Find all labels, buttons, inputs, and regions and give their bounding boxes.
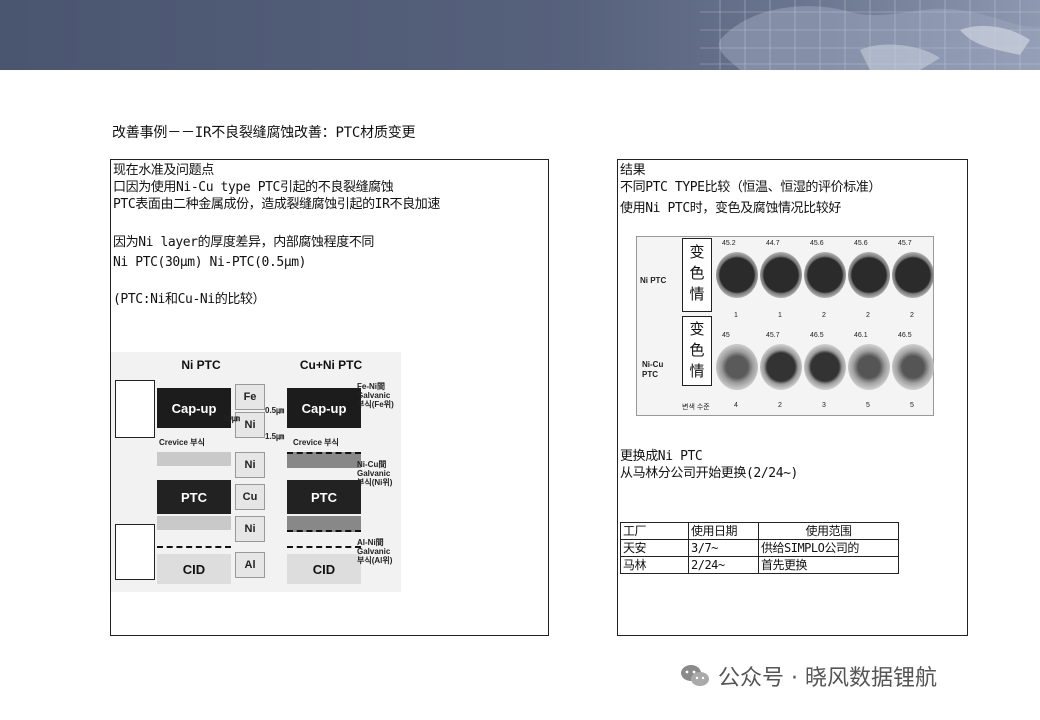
cap-up-left: Cap-up <box>157 388 231 428</box>
status-line-3: 因为Ni layer的厚度差异，内部腐蚀程度不同 <box>113 235 375 250</box>
status-line-4: Ni PTC(30μm) Ni-PTC(0.5μm) <box>113 255 307 270</box>
status-line-1: 口因为使用Ni-Cu type PTC引起的不良裂缝腐蚀 <box>113 180 394 195</box>
replace-line-1: 更换成Ni PTC <box>620 449 703 464</box>
ni-layer-right-cid <box>287 546 361 550</box>
row2-grade-5: 5 <box>910 402 914 409</box>
result-panel: 结果 不同PTC TYPE比较（恒温、恒湿的评价标准） 使用Ni PTC时，变色… <box>617 159 968 636</box>
grade-label: 변색 수준 <box>682 404 710 411</box>
row2-grade-2: 2 <box>778 402 782 409</box>
ni-layer-left-cid <box>157 546 231 550</box>
ni-ptc-sample-4 <box>848 252 890 298</box>
watermark-text: 公众号 · 晓风数据锂航 <box>718 666 937 691</box>
result-heading: 结果 <box>620 163 646 178</box>
row1-value-2: 44.7 <box>766 240 780 247</box>
table-header: 使用日期 <box>688 522 759 540</box>
row2-value-3: 46.5 <box>810 332 824 339</box>
current-status-panel: 现在水准及问题点 口因为使用Ni-Cu type PTC引起的不良裂缝腐蚀 PT… <box>110 159 549 636</box>
replace-line-2: 从马林分公司开始更换(2/24~) <box>620 466 798 481</box>
status-heading: 现在水准及问题点 <box>113 163 214 178</box>
table-cell: 马林 <box>620 556 689 574</box>
status-line-2: PTC表面由二种金属成份，造成裂缝腐蚀引起的IR不良加速 <box>113 197 440 212</box>
row1-grade-4: 2 <box>866 312 870 319</box>
diagram-header-cuni-ptc: Cu+Ni PTC <box>299 358 363 372</box>
cu-ni-layer-right-bottom <box>287 516 361 532</box>
table-row: 天安 3/7~ 供给SIMPLO公司的 <box>620 539 899 557</box>
table-cell: 天安 <box>620 539 689 557</box>
cid-left: CID <box>157 554 231 584</box>
nicu-ptc-sample-4 <box>848 344 890 390</box>
row2-grade-3: 3 <box>822 402 826 409</box>
blank-overlay-top <box>115 380 155 438</box>
table-cell: 3/7~ <box>688 539 759 557</box>
row2-value-4: 46.1 <box>854 332 868 339</box>
result-line-2: 使用Ni PTC时，变色及腐蚀情况比较好 <box>620 201 841 216</box>
cu-ni-layer-right-top <box>287 452 361 468</box>
result-line-1: 不同PTC TYPE比较（恒温、恒湿的评价标准） <box>620 180 882 195</box>
row2-grade-1: 4 <box>734 402 738 409</box>
crevice-label-left: Crevice 부식 <box>159 438 205 447</box>
element-cu: Cu <box>235 484 265 510</box>
table-cell: 首先更换 <box>758 556 899 574</box>
table-header: 使用范围 <box>758 522 899 540</box>
row2-value-2: 45.7 <box>766 332 780 339</box>
element-al: Al <box>235 552 265 578</box>
ptc-right: PTC <box>287 480 361 514</box>
ptc-left: PTC <box>157 480 231 514</box>
ni-ptc-sample-3 <box>804 252 846 298</box>
table-header: 工厂 <box>620 522 689 540</box>
dim-05um: 0.5㎛ <box>265 406 285 415</box>
row1-value-5: 45.7 <box>898 240 912 247</box>
label-ni-cu-galvanic: Ni-Cu間 Galvanic 부식(Ni위) <box>357 460 393 487</box>
ptc-comparison-photo: Ni PTC Ni-Cu PTC 45.2 44.7 45.6 45.6 45.7… <box>636 236 934 416</box>
nicu-ptc-sample-2 <box>760 344 802 390</box>
table-row: 马林 2/24~ 首先更换 <box>620 556 899 574</box>
ni-ptc-sample-1 <box>716 252 758 298</box>
usage-table: 工厂 使用日期 使用范围 天安 3/7~ 供给SIMPLO公司的 马林 2/24… <box>620 522 899 574</box>
row1-grade-1: 1 <box>734 312 738 319</box>
ptc-structure-diagram: Ni PTC Cu+Ni PTC Cap-up Cap-up Fe Ni 30㎛… <box>111 352 401 592</box>
element-fe: Fe <box>235 384 265 410</box>
row2-value-5: 46.5 <box>898 332 912 339</box>
table-cell: 2/24~ <box>688 556 759 574</box>
row1-grade-2: 1 <box>778 312 782 319</box>
status-line-5: (PTC:Ni和Cu-Ni的比较） <box>113 292 266 307</box>
row2-grade-4: 5 <box>866 402 870 409</box>
row1-value-1: 45.2 <box>722 240 736 247</box>
row1-value-4: 45.6 <box>854 240 868 247</box>
nicu-ptc-sample-3 <box>804 344 846 390</box>
cap-up-right: Cap-up <box>287 388 361 428</box>
row1-grade-3: 2 <box>822 312 826 319</box>
row1-grade-5: 2 <box>910 312 914 319</box>
element-ni-mid: Ni <box>235 452 265 478</box>
nicu-ptc-sample-5 <box>892 344 934 390</box>
table-cell: 供给SIMPLO公司的 <box>758 539 899 557</box>
element-ni-low: Ni <box>235 516 265 542</box>
header-banner <box>0 0 1040 70</box>
diagram-header-ni-ptc: Ni PTC <box>181 358 221 372</box>
ni-layer-left-bottom <box>157 516 231 530</box>
row1-label: Ni PTC <box>640 276 667 285</box>
ni-layer-left-top <box>157 452 231 466</box>
row2-value-1: 45 <box>722 332 730 339</box>
ni-ptc-sample-5 <box>892 252 934 298</box>
table-header-row: 工厂 使用日期 使用范围 <box>620 522 899 540</box>
wechat-watermark: 公众号 · 晓风数据锂航 <box>680 660 937 692</box>
label-al-ni-galvanic: Al-Ni間 Galvanic 부식(Al위) <box>357 538 393 565</box>
nicu-ptc-sample-1 <box>716 344 758 390</box>
overlay-box-bottom: 变色情 <box>682 316 712 386</box>
dim-30um: 30㎛ <box>223 414 240 423</box>
row1-value-3: 45.6 <box>810 240 824 247</box>
cid-right: CID <box>287 554 361 584</box>
ni-ptc-sample-2 <box>760 252 802 298</box>
slide-title: 改善事例－－IR不良裂缝腐蚀改善：PTC材质变更 <box>112 125 416 141</box>
dim-15um: 1.5㎛ <box>265 432 285 441</box>
wechat-icon <box>681 665 709 686</box>
blank-overlay-bottom <box>115 524 155 580</box>
row2-label: Ni-Cu PTC <box>642 360 664 379</box>
world-map-graphic <box>700 0 1040 70</box>
label-fe-ni-galvanic: Fe-Ni間 Galvanic 부식(Fe위) <box>357 382 394 409</box>
crevice-label-right: Crevice 부식 <box>293 438 339 447</box>
overlay-box-top: 变色情 <box>682 238 712 312</box>
